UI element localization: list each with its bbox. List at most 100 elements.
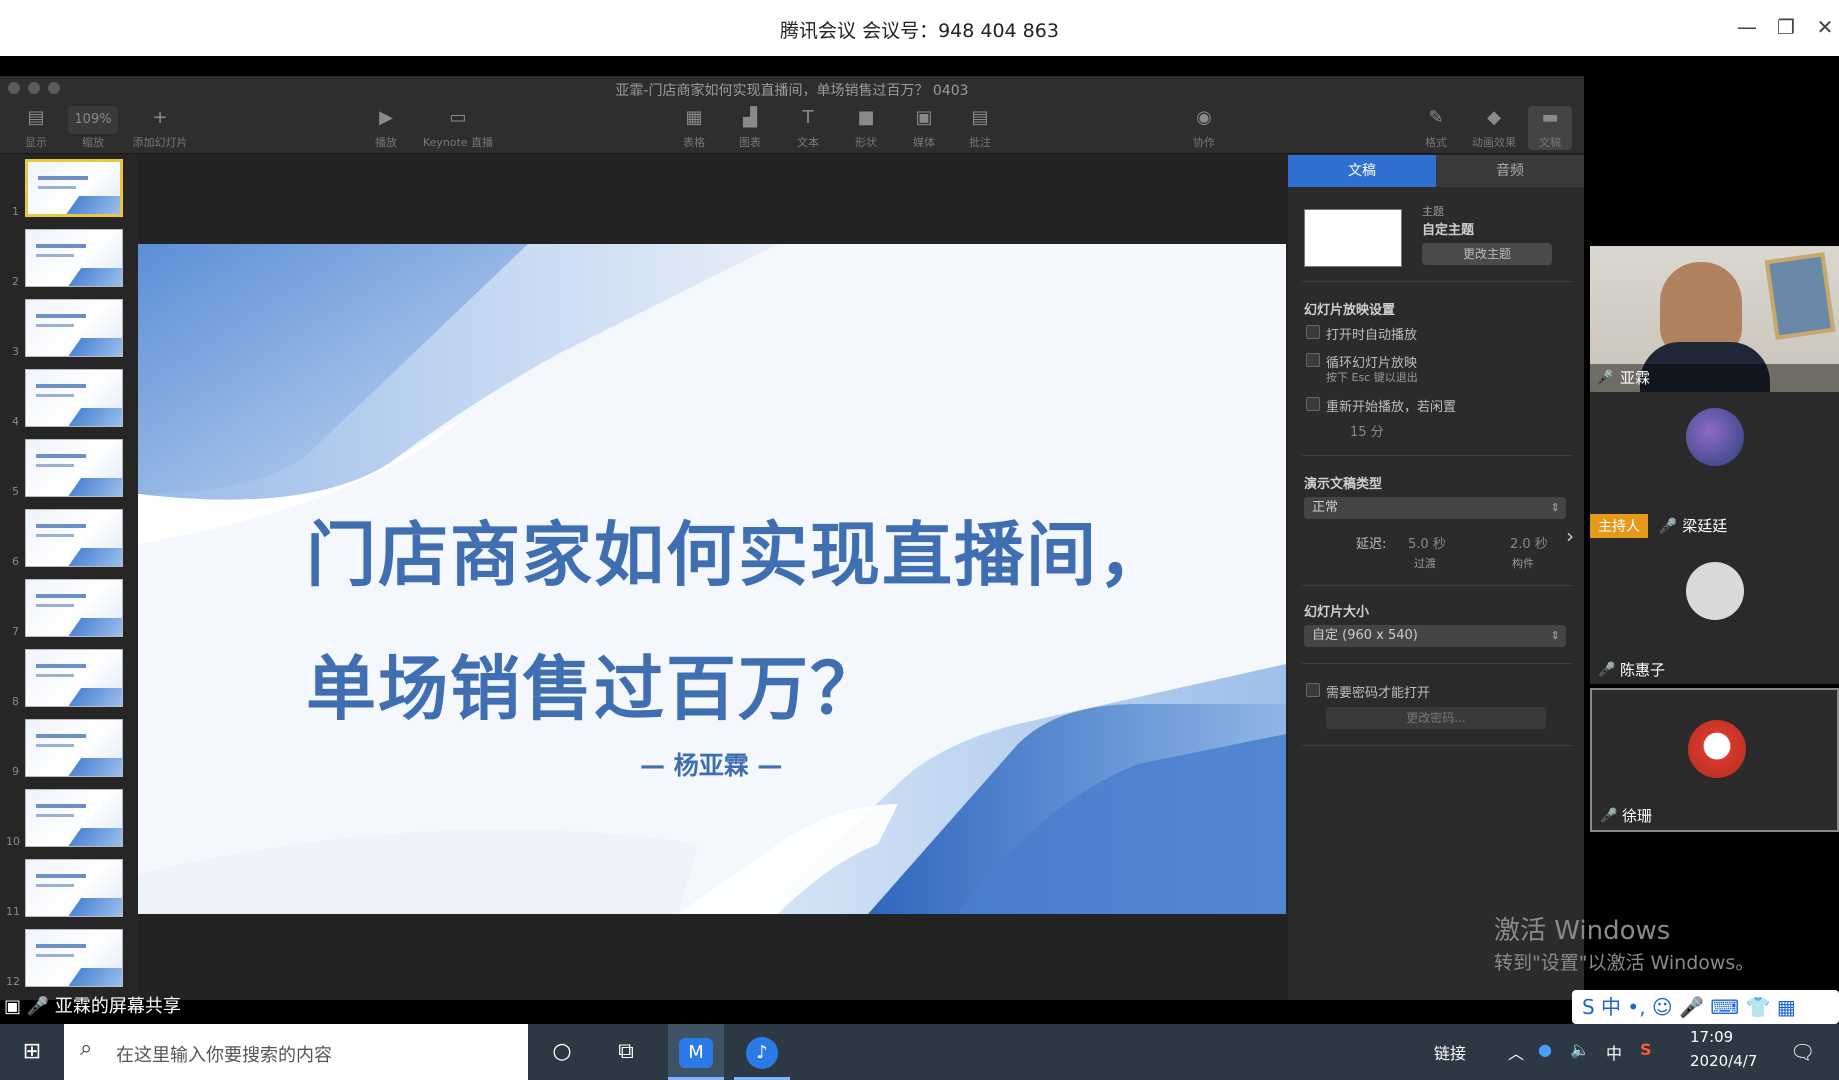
slide-title: 门店商家如何实现直播间， 单场销售过百万？ (306, 488, 1170, 756)
tab-document[interactable]: 文稿 (1288, 155, 1436, 187)
loop-hint: 按下 Esc 键以退出 (1326, 371, 1418, 384)
cortana-icon[interactable]: ○ (534, 1024, 590, 1080)
slide-thumbnail[interactable] (25, 369, 123, 427)
comment-button[interactable]: ▤ 批注 (962, 106, 998, 150)
animate-button[interactable]: ◆ 动画效果 (1466, 106, 1522, 150)
slide-number: 11 (6, 905, 20, 918)
slide-thumbnail[interactable] (25, 579, 123, 637)
shape-button[interactable]: ■ 形状 (848, 106, 884, 150)
zoom-control[interactable]: 109% 缩放 (68, 106, 118, 150)
live-icon: ▭ (449, 107, 467, 128)
chart-button[interactable]: ▟ 图表 (732, 106, 768, 150)
slide-thumbnail[interactable] (25, 859, 123, 917)
play-button[interactable]: ▶ 播放 (368, 106, 404, 150)
participant-tile[interactable]: 🎤 徐珊 (1590, 688, 1839, 832)
slide-thumbnail[interactable] (25, 299, 123, 357)
chart-icon: ▟ (743, 107, 757, 128)
close-button[interactable]: ✕ (1812, 14, 1838, 40)
slide-thumbnail[interactable] (25, 439, 123, 497)
transition-delay-stepper[interactable]: 5.0 秒 (1408, 533, 1446, 552)
music-app-icon[interactable]: ♪ (734, 1024, 790, 1080)
divider (1302, 281, 1572, 282)
slide-number: 12 (6, 975, 20, 988)
avatar (1686, 408, 1744, 466)
slide-size-select[interactable]: 自定 (960 x 540) ⇕ (1304, 625, 1566, 647)
restart-idle-label: 重新开始播放，若闲置 (1326, 400, 1457, 415)
idle-minutes-stepper[interactable]: 15 分 (1350, 421, 1384, 440)
slide-size-heading: 幻灯片大小 (1304, 605, 1370, 620)
play-icon: ▶ (379, 107, 393, 128)
restart-idle-checkbox[interactable] (1306, 397, 1320, 411)
build-delay-stepper[interactable]: 2.0 秒 (1510, 533, 1548, 552)
keynote-toolbar: 亚霏-门店商家如何实现直播间，单场销售过百万？ 0403 ▤ 显示 109% 缩… (0, 76, 1584, 154)
table-button[interactable]: ▦ 表格 (676, 106, 712, 150)
sogou-icon[interactable]: S (1640, 1040, 1652, 1059)
add-slide-button[interactable]: + 添加幻灯片 (128, 106, 192, 150)
participant-video-tile[interactable]: 亚霖 🎤 (1590, 246, 1839, 392)
participant-tile[interactable]: 🎤 陈惠子 (1590, 538, 1839, 684)
muted-microphone-icon: 🎤 (1600, 808, 1618, 824)
keynote-live-button[interactable]: ▭ Keynote 直播 (420, 106, 496, 150)
wall-painting (1764, 252, 1836, 340)
slide-number: 3 (12, 345, 19, 358)
format-button[interactable]: ✎ 格式 (1418, 106, 1454, 150)
require-password-checkbox[interactable] (1306, 683, 1320, 697)
presentation-type-select[interactable]: 正常 ⇕ (1304, 497, 1566, 519)
slide-thumbnail[interactable] (25, 649, 123, 707)
input-language[interactable]: 中 (1606, 1040, 1622, 1064)
search-placeholder: 在这里输入你要搜索的内容 (116, 1045, 332, 1066)
media-button[interactable]: ▣ 媒体 (904, 106, 944, 150)
participant-tile[interactable]: 主持人 🎤 梁廷廷 (1590, 392, 1839, 538)
chevron-right-icon[interactable]: › (1566, 524, 1574, 548)
transition-label: 过渡 (1414, 557, 1436, 570)
tencent-meeting-icon[interactable]: M (668, 1024, 724, 1080)
text-button[interactable]: T 文本 (790, 106, 826, 150)
windows-start-icon[interactable]: ⊞ (4, 1024, 60, 1080)
link-toolbar[interactable]: 链接 (1434, 1040, 1466, 1064)
slide-thumbnail[interactable] (25, 929, 123, 987)
slide-thumbnail[interactable] (25, 229, 123, 287)
slide-thumbnail[interactable] (25, 789, 123, 847)
ime-toolbar[interactable]: S 中 •, ☺ 🎤 ⌨ 👕 ▦ (1572, 990, 1839, 1024)
loop-checkbox[interactable] (1306, 353, 1320, 367)
change-theme-button[interactable]: 更改主题 (1422, 243, 1552, 265)
view-button[interactable]: ▤ 显示 (14, 106, 58, 150)
task-view-icon[interactable]: ⧉ (598, 1024, 654, 1080)
screen-share-label: ▣ 🎤 亚霖的屏幕共享 (4, 996, 181, 1017)
plus-icon: + (152, 107, 168, 128)
autoplay-checkbox[interactable] (1306, 325, 1320, 339)
slide-title-line-2: 单场销售过百万？ (306, 648, 882, 730)
slideshow-settings-heading: 幻灯片放映设置 (1304, 303, 1396, 318)
participant-name: 梁廷廷 (1682, 517, 1728, 535)
document-button[interactable]: ▬ 文稿 (1528, 106, 1572, 150)
restore-button[interactable]: ❐ (1773, 14, 1799, 40)
slide-canvas[interactable]: 门店商家如何实现直播间， 单场销售过百万？ — 杨亚霖 — (138, 244, 1286, 914)
theme-label: 主题 (1422, 205, 1444, 218)
media-icon: ▣ (915, 107, 933, 128)
theme-thumbnail[interactable] (1304, 209, 1402, 267)
collaborate-icon: ◉ (1196, 107, 1212, 128)
slide-thumbnail[interactable] (25, 159, 123, 217)
network-icon[interactable]: ● (1538, 1040, 1552, 1059)
taskbar-search-box[interactable]: ⌕ 在这里输入你要搜索的内容 (64, 1024, 528, 1080)
screen-share-icon: ▣ (4, 996, 27, 1017)
clock-date[interactable]: 2020/4/7 (1690, 1052, 1757, 1070)
clock-time[interactable]: 17:09 (1690, 1028, 1733, 1046)
slide-number: 1 (12, 205, 19, 218)
collaborate-button[interactable]: ◉ 协作 (1186, 106, 1222, 150)
participants-panel: 亚霖 🎤 主持人 🎤 梁廷廷 🎤 陈惠子 🎤 徐珊 (1590, 246, 1839, 832)
slide-thumbnail[interactable] (25, 509, 123, 567)
volume-icon[interactable]: 🔈 (1570, 1040, 1590, 1059)
select-arrows-icon: ⇕ (1550, 501, 1560, 514)
minimize-button[interactable]: — (1734, 14, 1760, 40)
notification-icon[interactable]: 🗨 (1790, 1040, 1815, 1064)
divider (1302, 745, 1572, 746)
select-arrows-icon: ⇕ (1550, 629, 1560, 642)
chevron-up-icon[interactable]: ︿ (1508, 1040, 1524, 1064)
tab-audio[interactable]: 音频 (1436, 155, 1584, 187)
slide-number: 5 (12, 485, 19, 498)
comment-icon: ▤ (971, 107, 989, 128)
build-label: 构件 (1512, 557, 1534, 570)
change-password-button[interactable]: 更改密码... (1326, 707, 1546, 729)
slide-thumbnail[interactable] (25, 719, 123, 777)
